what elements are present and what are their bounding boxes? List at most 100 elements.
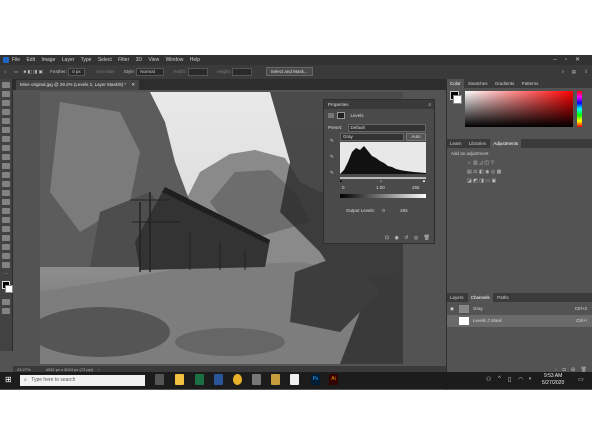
levels-icon[interactable]: ▥: [473, 160, 478, 166]
move-tool-icon[interactable]: [2, 82, 10, 88]
vibrance-icon[interactable]: ▽: [490, 160, 494, 166]
menu-view[interactable]: View: [148, 57, 159, 63]
zoom-icon[interactable]: [2, 262, 10, 268]
input-black-value[interactable]: 0: [342, 185, 345, 190]
file-explorer-icon[interactable]: [175, 374, 184, 385]
gamma-handle[interactable]: ▲: [379, 178, 383, 183]
black-eyedropper-icon[interactable]: ✎: [330, 138, 334, 144]
output-black-value[interactable]: 0: [382, 208, 385, 213]
pen-icon[interactable]: [2, 217, 10, 223]
dodge-icon[interactable]: [2, 208, 10, 214]
color-lookup-icon[interactable]: ▦: [497, 169, 502, 175]
intersect-selection-icon[interactable]: ▣: [39, 69, 43, 74]
hue-slider[interactable]: [577, 91, 582, 127]
blur-icon[interactable]: [2, 199, 10, 205]
clock[interactable]: 9:53 AM 5/27/2020: [542, 373, 564, 387]
windows-start-icon[interactable]: ⊞: [5, 375, 12, 384]
type-icon[interactable]: [2, 226, 10, 232]
frame-icon[interactable]: [2, 127, 10, 133]
selective-color-icon[interactable]: ▣: [492, 178, 497, 184]
network-icon[interactable]: ▯: [508, 376, 511, 383]
history-brush-icon[interactable]: [2, 172, 10, 178]
illustrator-icon[interactable]: Ai: [329, 374, 338, 385]
maximize-icon[interactable]: ▫: [565, 57, 575, 63]
menu-type[interactable]: Type: [81, 57, 92, 63]
notifications-icon[interactable]: ▭: [578, 376, 584, 383]
path-select-icon[interactable]: [2, 235, 10, 241]
screen-mode-icon[interactable]: [2, 308, 10, 314]
crop-icon[interactable]: [2, 118, 10, 124]
input-white-value[interactable]: 255: [412, 185, 420, 190]
minimize-icon[interactable]: –: [553, 57, 564, 63]
gradient-map-icon[interactable]: ▭: [485, 178, 490, 184]
tab-libraries[interactable]: Libraries: [466, 139, 489, 148]
channel-mixer-icon[interactable]: ◎: [491, 169, 495, 175]
add-selection-icon[interactable]: ◧: [28, 69, 32, 74]
height-input[interactable]: [232, 67, 253, 76]
brush-icon[interactable]: [2, 154, 10, 160]
excel-icon[interactable]: [195, 374, 204, 385]
channel-select[interactable]: Gray: [340, 133, 404, 141]
view-previous-icon[interactable]: ◉: [395, 235, 399, 241]
antialias-checkbox[interactable]: Anti-alias: [96, 69, 115, 74]
tab-patterns[interactable]: Patterns: [519, 79, 542, 88]
tab-layers[interactable]: Layers: [447, 293, 467, 302]
channel-row[interactable]: Levels 2 Mask Ctrl+\: [447, 315, 592, 327]
visibility-eye-icon[interactable]: ◉: [450, 303, 454, 315]
panel-menu-icon[interactable]: ≡: [428, 100, 431, 109]
search-icon[interactable]: ⌕: [561, 65, 564, 79]
workspace-icon[interactable]: ▤: [572, 65, 576, 79]
menu-window[interactable]: Window: [166, 57, 184, 63]
tab-color[interactable]: Color: [447, 79, 464, 88]
color-swatches[interactable]: [1, 281, 13, 295]
word-icon[interactable]: [214, 374, 223, 385]
gradient-icon[interactable]: [2, 190, 10, 196]
input-slider-track[interactable]: [340, 177, 426, 179]
clip-to-layer-icon[interactable]: ⊡: [385, 235, 389, 241]
trash-icon[interactable]: 🗑: [424, 235, 430, 241]
input-gamma-value[interactable]: 1.00: [376, 185, 385, 190]
exposure-icon[interactable]: ◫: [484, 160, 489, 166]
menu-file[interactable]: File: [12, 57, 20, 63]
subtract-selection-icon[interactable]: ◨: [33, 69, 37, 74]
tab-paths[interactable]: Paths: [494, 293, 512, 302]
photo-filter-icon[interactable]: ◉: [485, 169, 489, 175]
tab-learn[interactable]: Learn: [447, 139, 465, 148]
task-view-icon[interactable]: [155, 374, 164, 385]
eyedropper-icon[interactable]: [2, 136, 10, 142]
share-icon[interactable]: ⇪: [584, 65, 588, 79]
eraser-icon[interactable]: [2, 181, 10, 187]
black-white-icon[interactable]: ◧: [479, 169, 484, 175]
feather-input[interactable]: 0 px: [68, 67, 85, 76]
close-tab-icon[interactable]: ✕: [131, 82, 135, 87]
color-picker-field[interactable]: [465, 91, 573, 127]
bg-color-swatch[interactable]: [453, 95, 462, 104]
style-select[interactable]: Normal: [136, 67, 165, 76]
curves-icon[interactable]: ◿: [479, 160, 483, 166]
preset-select[interactable]: Default: [347, 123, 426, 132]
chevron-up-icon[interactable]: ^: [498, 376, 501, 382]
quick-mask-icon[interactable]: [2, 299, 10, 305]
menu-edit[interactable]: Edit: [26, 57, 35, 63]
levels-adjustment-icon[interactable]: [328, 113, 334, 119]
wifi-icon[interactable]: ◠: [518, 376, 523, 383]
photoshop-icon[interactable]: Ps: [311, 374, 320, 385]
menu-filter[interactable]: Filter: [118, 57, 129, 63]
hand-icon[interactable]: [2, 253, 10, 259]
document-tab[interactable]: Mine original.jpg @ 29.2% (Levels 2, Lay…: [16, 80, 140, 90]
tab-swatches[interactable]: Swatches: [465, 79, 491, 88]
tab-channels[interactable]: Channels: [467, 293, 493, 302]
select-and-mask-button[interactable]: Select and Mask...: [265, 67, 313, 77]
chrome-icon[interactable]: [233, 374, 242, 385]
marquee-icon[interactable]: [2, 91, 10, 97]
mask-icon[interactable]: [337, 112, 346, 120]
tab-gradients[interactable]: Gradients: [492, 79, 518, 88]
quick-select-icon[interactable]: [2, 109, 10, 115]
black-point-handle[interactable]: ▲: [339, 178, 343, 183]
healing-brush-icon[interactable]: [2, 145, 10, 151]
channel-row[interactable]: ◉ Gray Ctrl+2: [447, 303, 592, 315]
close-icon[interactable]: ✕: [575, 57, 588, 63]
menu-select[interactable]: Select: [98, 57, 112, 63]
menu-image[interactable]: Image: [41, 57, 55, 63]
invert-icon[interactable]: ◪: [467, 178, 472, 184]
